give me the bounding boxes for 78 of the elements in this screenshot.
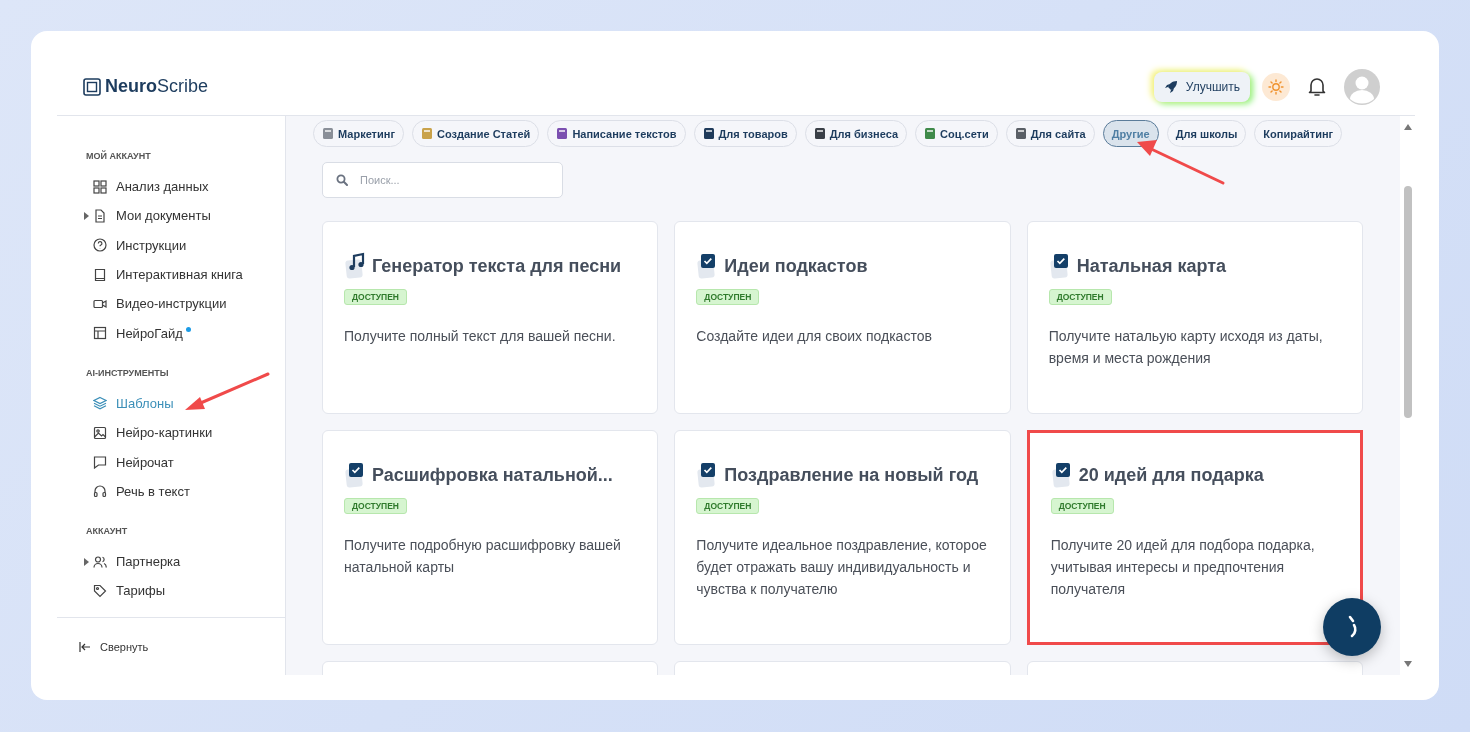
status-badge: ДОСТУПЕН [696,289,760,305]
category-icon [421,127,433,140]
book-icon [93,267,107,282]
doc-icon [93,208,107,223]
card-title: Расшифровка натальной... [372,464,613,486]
help-icon [93,238,107,253]
sidebar-item[interactable]: Нейрочат [86,447,285,477]
category-icon [322,127,334,140]
collapse-button[interactable]: Свернуть [57,617,285,675]
category-icon [556,127,569,140]
users-icon [93,554,107,569]
logo-icon [83,77,101,96]
scroll-down-icon[interactable] [1403,661,1412,667]
card-description: Получите натальую карту исходя из даты, время и места рождения [1048,327,1324,368]
status-badge: ДОСТУПЕН [696,498,760,514]
search-field[interactable]: Поиск... [322,162,563,198]
status-badge: ДОСТУПЕН [344,289,407,305]
template-card[interactable]: Поздравление на новый год ДОСТУПЕН Получите идеальное поздравление, которое будет отражать вашу индивидуальность и чувства к получателю [674,430,1011,645]
card-description: Создайте идеи для своих подкастов [696,327,933,346]
category-chip[interactable]: Маркетинг [313,120,404,147]
category-icon [924,127,937,140]
category-chip[interactable]: Копирайтинг [1254,120,1343,147]
headphones-icon [93,484,107,499]
scroll-thumb[interactable] [1403,186,1412,418]
sidebar-item[interactable]: НейроГайд [86,318,285,348]
template-card[interactable]: Генератор текста для песни ДОСТУПЕН Получите полный текст для вашей песни. [322,221,659,414]
category-icon [813,127,826,140]
tag-icon [93,583,107,598]
upgrade-button[interactable]: Улучшить [1153,71,1250,102]
sidebar-item[interactable]: Тарифы [86,576,285,606]
category-chip[interactable]: Соц.сети [915,120,998,147]
sidebar-item[interactable]: Шаблоны [86,388,285,419]
layout-icon [93,326,107,341]
sidebar-item[interactable]: Видео-инструкции [86,289,285,319]
status-badge: ДОСТУПЕН [344,498,407,514]
search-icon [336,174,348,186]
rocket-icon [1163,79,1178,94]
card-description: Получите 20 идей для подбора подарка, учитывая интересы и предпочтения получателя [1050,536,1316,599]
template-card[interactable]: 20 идей для подарка ДОСТУПЕН Получите 20 идей для подбора подарка, учитывая интересы и предпочтения получателя [1026,430,1363,645]
grid-icon [93,179,107,194]
card-title: Генератор текста для песни [372,255,622,277]
section-heading: AI-ИНСТРУМЕНТЫ [86,367,170,380]
chat-icon [93,455,107,469]
category-chip[interactable]: Создание Статей [412,120,540,147]
category-chip[interactable]: Написание текстов [547,120,686,147]
template-card[interactable]: Натальная карта ДОСТУПЕН Получите натальую карту исходя из даты, время и места рождения [1026,221,1363,414]
category-chip[interactable]: Для бизнеса [804,120,908,147]
card-title: Поздравление на новый год [724,464,979,486]
category-chip[interactable]: Для школы [1166,120,1247,147]
card-title: Идеи подкастов [724,255,868,277]
sidebar-item[interactable]: Нейро-картинки [86,418,285,448]
card-description: Получите полный текст для вашей песни. [344,327,617,346]
image-icon [93,425,107,440]
sidebar-item[interactable]: Партнерка [86,546,285,577]
sidebar-item[interactable]: Мои документы [86,201,285,231]
card-description: Получите подробную расшифровку вашей натальной карты [344,536,622,577]
scroll-up-icon[interactable] [1403,124,1412,130]
category-icon [1014,127,1027,140]
category-chip[interactable]: Для сайта [1005,120,1095,147]
category-chip[interactable]: Для товаров [693,120,797,147]
section-heading: МОЙ АККАУНТ [86,151,152,163]
template-card[interactable]: Идеи подкастов ДОСТУПЕН Создайте идеи для своих подкастов [674,221,1011,414]
sidebar-item[interactable]: Инструкции [86,230,285,260]
sidebar-item[interactable]: Интерактивная книга [86,259,285,290]
status-badge: ДОСТУПЕН [1048,289,1112,305]
sidebar-item[interactable]: Речь в текст [86,476,285,506]
template-card[interactable]: Расшифровка натальной... ДОСТУПЕН Получите подробную расшифровку вашей натальной карты [322,430,659,645]
category-icon [702,127,715,140]
card-title: Натальная карта [1076,255,1226,277]
section-heading: АККАУНТ [86,525,129,538]
bell-icon[interactable] [1308,76,1326,97]
collapse-icon [79,641,91,652]
status-badge: ДОСТУПЕН [1050,498,1114,514]
card-description: Получите идеальное поздравление, которое будет отражать вашу индивидуальность и чувства к получателю [696,536,988,599]
sidebar-item[interactable]: Анализ данных [86,172,285,202]
logo-text: NeuroScribe [105,76,209,97]
card-title: 20 идей для подарка [1078,464,1264,486]
layers-icon [93,396,107,411]
